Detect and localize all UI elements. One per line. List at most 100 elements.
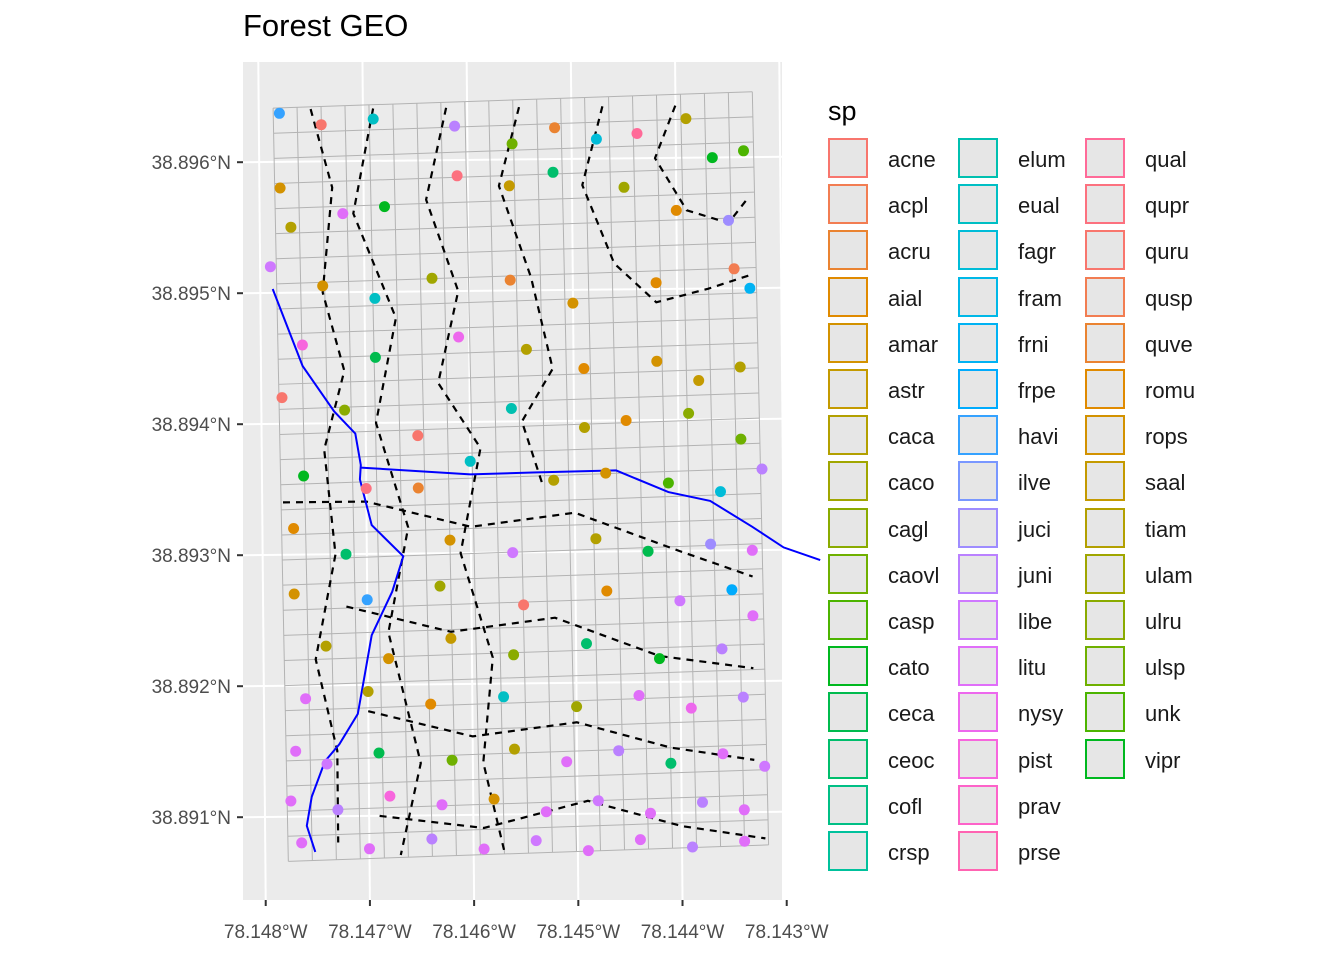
data-point [332,804,344,816]
legend-item-label: pist [1018,747,1053,773]
legend-item-label: cato [888,655,930,681]
legend-item-label: astr [888,378,925,403]
data-point [631,128,643,139]
data-point [737,691,749,703]
legend-key-swatch [958,369,998,409]
legend-key-swatch [958,415,998,456]
data-point [451,170,463,182]
legend-key-swatch [958,507,998,548]
legend-key-swatch [958,322,998,363]
data-point [504,274,516,286]
data-point [509,743,520,755]
y-tick-label: 38.895°N [152,284,231,305]
legend-key-swatch [828,553,868,594]
legend-key-swatch [828,138,868,178]
data-point [361,594,373,606]
legend-item-label: qupr [1145,193,1190,219]
legend-key-swatch [1085,646,1125,687]
data-point [744,282,756,294]
legend-title: sp [828,96,857,126]
data-point [590,533,602,545]
legend-item-label: saal [1145,470,1186,496]
data-point [264,261,276,273]
data-point [446,754,458,766]
legend-item-label: juci [1018,516,1052,542]
data-point [716,643,728,655]
legend-item-label: cofl [888,793,923,819]
data-point [367,113,379,125]
data-point [273,107,285,119]
legend-key-swatch [958,831,998,871]
data-point [505,403,517,414]
data-point [756,463,768,475]
data-point [582,845,594,857]
data-point [434,580,446,592]
data-point [547,166,559,178]
data-point [618,181,630,193]
data-point [634,834,646,846]
data-point [445,632,457,644]
data-point [384,790,396,802]
legend-item-label: ilve [1018,470,1052,496]
legend-key-swatch [1085,600,1125,640]
legend-item-label: acru [888,239,931,265]
data-point [444,534,456,546]
data-point [360,483,372,494]
data-point [705,538,717,550]
data-point [464,455,476,467]
data-point [548,474,560,486]
data-point [561,756,573,768]
data-point [620,415,632,426]
data-point [571,701,583,713]
legend-key-swatch [958,461,998,502]
legend-key-swatch [958,276,998,317]
legend-item-label: acne [888,147,936,172]
legend-key-swatch [1085,461,1125,502]
legend-key-swatch [828,507,868,548]
y-axis: 38.891°N 38.892°N 38.893°N 38.894°N 38.895°N… [152,153,243,829]
data-point [369,351,381,363]
legend-key-swatch [1085,276,1125,317]
data-point [321,758,333,770]
data-point [425,698,437,710]
x-tick-label: 78.148°W [224,922,308,943]
data-point [383,653,395,665]
legend-item-label: unk [1145,701,1181,727]
legend-item-label: rops [1145,424,1188,450]
data-point [665,757,677,769]
data-point [412,482,424,494]
data-point [738,145,749,157]
data-point [697,796,708,808]
x-tick-label: 78.147°W [328,922,412,943]
legend-item-label: havi [1018,424,1059,450]
data-point [339,404,351,416]
data-point [734,361,746,373]
data-point [276,392,288,404]
legend-item-label: frpe [1018,378,1056,403]
data-point [601,585,613,597]
data-point [364,843,375,855]
legend-key-swatch [958,138,998,178]
data-point [650,277,662,289]
data-point [674,595,686,607]
legend-item-label: quve [1145,331,1193,357]
legend-item-label: litu [1018,655,1047,681]
data-point [285,795,297,807]
data-point [735,433,747,445]
chart-title: Forest GEO [243,8,409,43]
legend-item-label: crsp [888,840,930,865]
data-point [746,544,758,556]
legend-key-swatch [828,322,868,363]
data-point [759,760,771,772]
data-point [530,835,542,847]
legend-key-swatch [958,553,998,594]
data-point [728,263,740,275]
data-point [478,843,490,855]
data-point [426,272,438,284]
data-point [506,138,518,150]
legend-item-label: frni [1018,331,1049,357]
data-point [738,804,750,816]
data-point [633,690,645,701]
data-point [687,841,698,853]
x-tick-label: 78.145°W [536,922,620,943]
